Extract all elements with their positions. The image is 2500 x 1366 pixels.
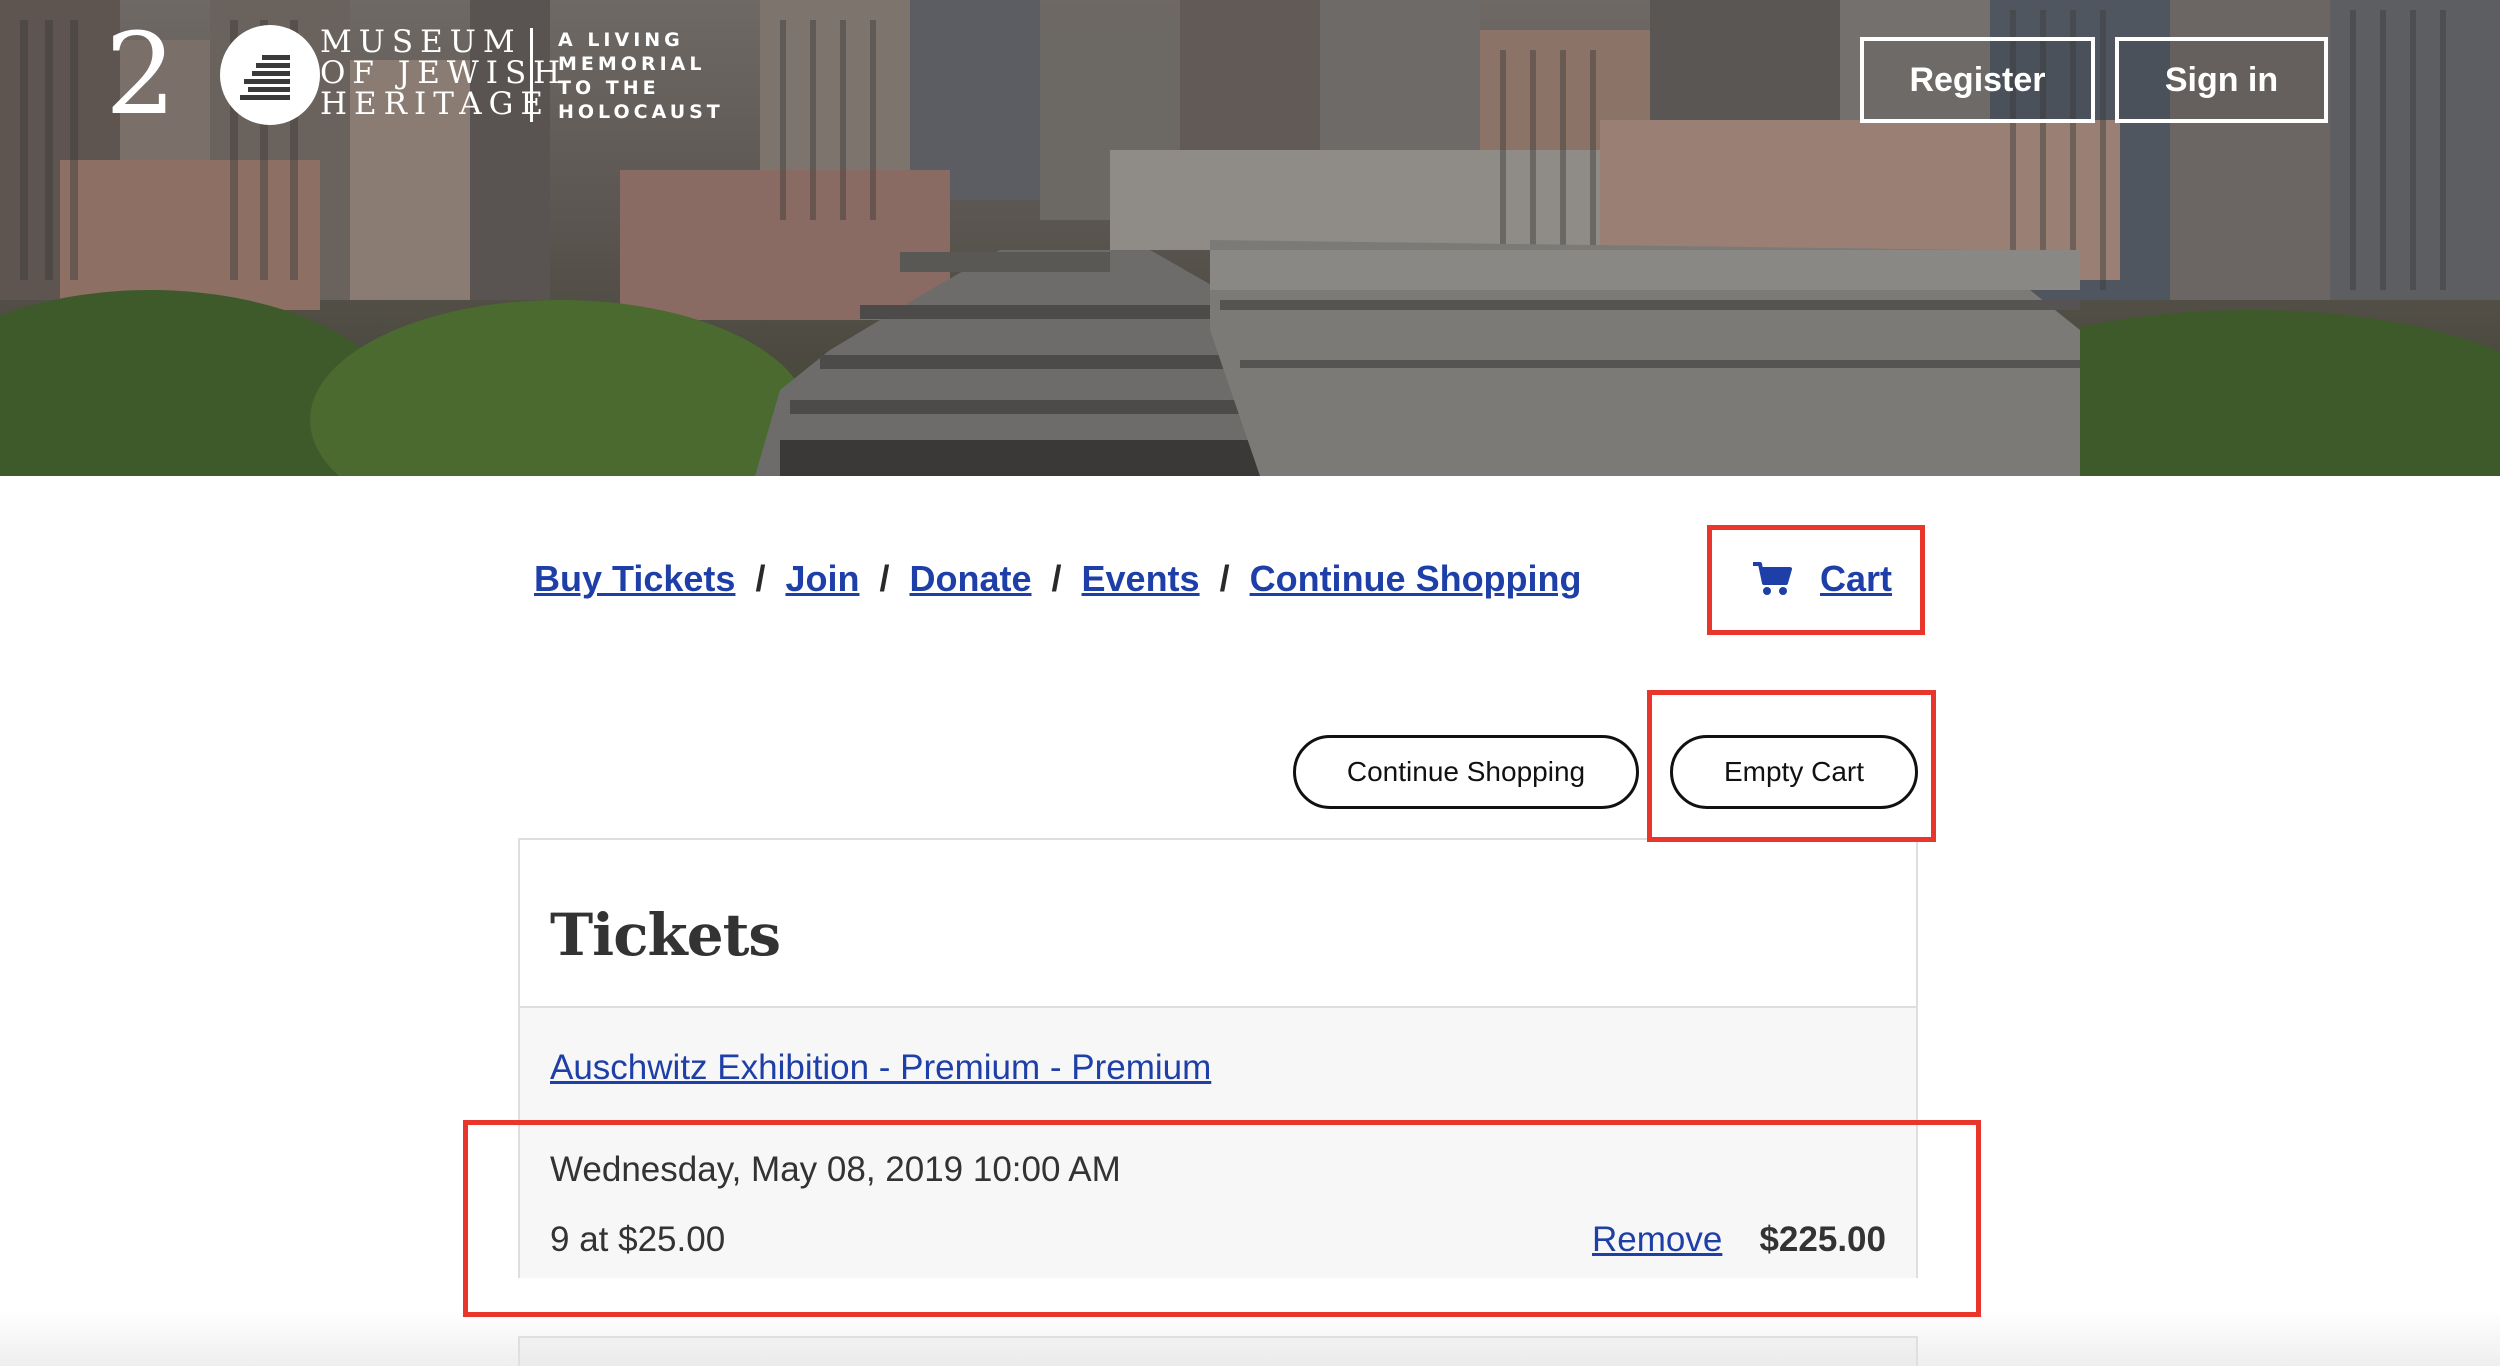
empty-cart-button[interactable]: Empty Cart	[1670, 735, 1918, 809]
cart-icon	[1753, 562, 1792, 595]
logo-tagline: A LIVING MEMORIAL TO THE HOLOCAUST	[558, 28, 724, 124]
nav-buy-tickets[interactable]: Buy Tickets	[534, 558, 735, 600]
nav-events[interactable]: Events	[1082, 558, 1200, 600]
ticket-datetime: Wednesday, May 08, 2019 10:00 AM	[550, 1150, 1121, 1189]
logo-divider	[530, 28, 533, 122]
cart-label: Cart	[1820, 558, 1893, 599]
nav-join[interactable]: Join	[785, 558, 859, 600]
logo-tagline-1: A LIVING	[558, 29, 684, 51]
hero-banner: 2 MUSEUM OF JEWISH HERITAGE A LIVING MEM…	[0, 0, 2500, 476]
tickets-title: Tickets	[550, 901, 781, 969]
cart-link[interactable]: Cart	[1752, 554, 1892, 604]
shop-nav: Buy Tickets / Join / Donate / Events / C…	[534, 554, 1582, 604]
logo-disc-icon	[220, 25, 320, 125]
line-total: $225.00	[1759, 1220, 1886, 1259]
nav-separator: /	[1051, 558, 1062, 599]
tickets-card-header: Tickets	[520, 840, 1916, 1008]
logo-number: 2	[105, 10, 176, 140]
museum-logo[interactable]: 2 MUSEUM OF JEWISH HERITAGE A LIVING MEM…	[105, 10, 725, 140]
nav-separator: /	[1219, 558, 1230, 599]
ticket-quantity-price: 9 at $25.00	[550, 1220, 726, 1259]
logo-tagline-2: MEMORIAL	[558, 53, 706, 75]
nav-continue-shopping[interactable]: Continue Shopping	[1250, 558, 1582, 600]
sign-in-button[interactable]: Sign in	[2115, 37, 2328, 123]
nav-separator: /	[755, 558, 766, 599]
tickets-card: Tickets Auschwitz Exhibition - Premium -…	[518, 838, 1918, 1278]
remove-link[interactable]: Remove	[1592, 1220, 1722, 1260]
continue-shopping-button[interactable]: Continue Shopping	[1293, 735, 1639, 809]
nav-donate[interactable]: Donate	[909, 558, 1031, 600]
next-card	[518, 1336, 1918, 1366]
product-link[interactable]: Auschwitz Exhibition - Premium - Premium	[550, 1048, 1211, 1088]
logo-tagline-3: TO THE	[558, 77, 660, 99]
ticket-line-item: Wednesday, May 08, 2019 10:00 AM 9 at $2…	[520, 1128, 1916, 1278]
logo-tagline-4: HOLOCAUST	[558, 101, 724, 123]
register-button[interactable]: Register	[1860, 37, 2095, 123]
tickets-card-body: Auschwitz Exhibition - Premium - Premium…	[520, 1008, 1916, 1278]
nav-separator: /	[879, 558, 890, 599]
cart-page: 2 MUSEUM OF JEWISH HERITAGE A LIVING MEM…	[0, 0, 2500, 1366]
